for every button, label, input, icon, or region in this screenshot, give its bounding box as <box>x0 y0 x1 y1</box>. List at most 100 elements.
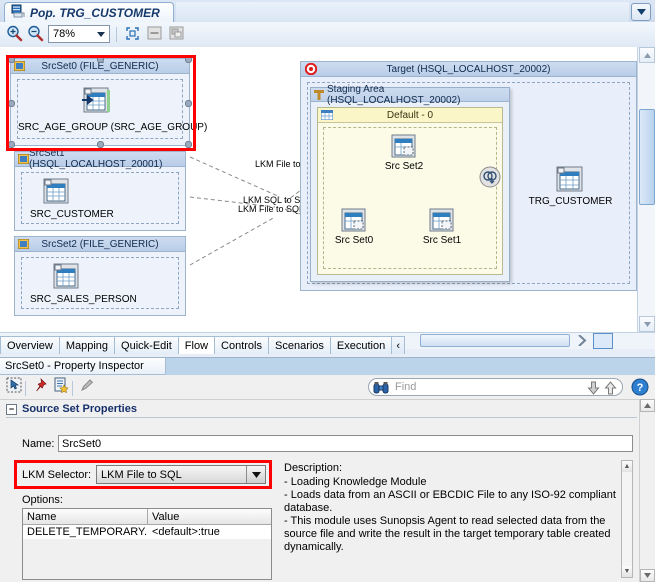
tabs-scroll-left-button[interactable]: ‹ <box>391 336 406 354</box>
scroll-down-button[interactable] <box>639 316 655 332</box>
table-row[interactable]: DELETE_TEMPORARY... <default>:true <box>23 525 271 539</box>
datastore-icon[interactable] <box>52 263 82 291</box>
editor-tab-pop-trg-customer[interactable]: Pop. TRG_CUSTOMER <box>4 2 174 22</box>
fit-to-window-icon <box>125 26 140 44</box>
table-icon <box>320 109 334 123</box>
tab-overview[interactable]: Overview <box>0 336 60 354</box>
scroll-down-button[interactable] <box>640 569 655 582</box>
zoom-in-button[interactable] <box>4 25 24 44</box>
svg-text:?: ? <box>637 382 644 394</box>
tab-scenarios[interactable]: Scenarios <box>268 336 331 354</box>
options-table[interactable]: Name Value DELETE_TEMPORARY... <default>… <box>22 508 272 580</box>
new-document-button[interactable] <box>51 377 71 396</box>
tabstrip-empty-area <box>176 2 629 23</box>
toolbar-separator <box>25 381 26 396</box>
name-label: Name: <box>22 438 55 450</box>
collapse-all-button[interactable] <box>144 25 164 44</box>
highlight-box-source-set-0 <box>6 55 196 151</box>
toolbar-separator <box>116 27 117 42</box>
collapse-all-icon <box>147 26 162 43</box>
property-inspector-tab[interactable]: SrcSet0 - Property Inspector <box>0 358 166 375</box>
diagram-toolbar: 78% <box>0 22 655 48</box>
set-operator-icon[interactable] <box>479 166 501 188</box>
canvas-horizontal-scroll-thumb[interactable] <box>420 334 570 347</box>
diagram-icon <box>11 4 25 21</box>
datastore-icon-src-set0[interactable] <box>340 208 368 234</box>
tab-quick-edit-label: Quick-Edit <box>121 339 172 352</box>
edit-button[interactable] <box>77 377 97 396</box>
fit-to-window-button[interactable] <box>122 25 142 44</box>
target-title: Target (HSQL_LOCALHOST_20002) <box>386 63 551 75</box>
help-button[interactable]: ? <box>631 378 649 399</box>
tab-controls-label: Controls <box>221 339 262 352</box>
find-down-icon[interactable] <box>587 381 600 398</box>
tab-mapping[interactable]: Mapping <box>58 336 116 354</box>
datastore-icon-src-set1[interactable] <box>428 208 456 234</box>
find-up-icon[interactable] <box>604 381 617 398</box>
zoom-in-icon <box>6 25 23 45</box>
target-header: Target (HSQL_LOCALHOST_20002) <box>301 62 636 77</box>
toolbar-separator <box>72 381 73 396</box>
default-set-header: Default - 0 <box>318 108 502 123</box>
name-field[interactable]: SrcSet0 <box>58 435 633 452</box>
scroll-corner <box>593 333 613 349</box>
tab-execution[interactable]: Execution <box>329 336 393 354</box>
tab-flow-label: Flow <box>184 339 209 352</box>
find-input[interactable]: Find <box>368 378 623 396</box>
zoom-out-button[interactable] <box>25 25 45 44</box>
source-set-icon <box>17 238 30 250</box>
section-title-label: Source Set Properties <box>22 403 137 415</box>
default-set-group[interactable]: Default - 0 Src Set2 Src Set0 Src Set1 <box>317 107 503 275</box>
flow-diagram-canvas[interactable]: SrcSet0 (FILE_GENERIC) SRC_AGE_GROUP (SR… <box>0 47 637 332</box>
canvas-vertical-scroll-thumb[interactable] <box>639 109 655 205</box>
option-value-cell: <default>:true <box>152 526 220 538</box>
default-set-node-label-1: Src Set0 <box>334 235 374 246</box>
zoom-level-value: 78% <box>53 28 76 40</box>
description-line-0: - Loading Knowledge Module <box>284 476 427 488</box>
target-marker-icon <box>304 62 318 78</box>
pin-button[interactable] <box>30 377 50 396</box>
source-set-properties-section: − Source Set Properties <box>6 403 637 418</box>
datastore-icon-trg-customer[interactable] <box>555 166 585 194</box>
chevron-down-icon <box>636 6 646 18</box>
description-scrollbar[interactable]: ▲ ▼ <box>621 460 633 578</box>
source-set-group-1[interactable]: SrcSet1 (HSQL_LOCALHOST_20001) SRC_CUSTO… <box>14 148 186 231</box>
select-icon <box>6 377 22 396</box>
source-set-2-header: SrcSet2 (FILE_GENERIC) <box>15 237 185 252</box>
scroll-right-button[interactable] <box>578 334 587 349</box>
description-line-1: - Loads data from an ASCII or EBCDIC Fil… <box>284 489 616 514</box>
source-set-2-body: SRC_SALES_PERSON <box>21 257 179 309</box>
tab-execution-label: Execution <box>336 339 386 352</box>
scroll-down-button[interactable]: ▼ <box>622 566 632 577</box>
source-set-group-2[interactable]: SrcSet2 (FILE_GENERIC) SRC_SALES_PERSON <box>14 236 186 316</box>
name-field-value: SrcSet0 <box>62 437 102 450</box>
select-button[interactable] <box>4 377 24 396</box>
scroll-up-button[interactable]: ▲ <box>622 461 632 472</box>
edit-pencil-icon <box>79 377 95 396</box>
collapse-section-icon[interactable]: − <box>6 403 17 415</box>
options-column-value: Value <box>152 510 180 523</box>
datastore-icon[interactable] <box>42 178 72 206</box>
datastore-icon-src-set2[interactable] <box>390 134 418 160</box>
source-set-2-node-label: SRC_SALES_PERSON <box>30 294 137 305</box>
expand-all-button[interactable] <box>166 25 186 44</box>
options-column-name: Name <box>23 509 148 524</box>
section-header[interactable]: − Source Set Properties <box>6 403 637 415</box>
tab-quick-edit[interactable]: Quick-Edit <box>114 336 179 354</box>
tabstrip-menu-button[interactable] <box>631 3 651 21</box>
property-inspector-toolbar: Find ? <box>0 375 655 400</box>
property-inspector-scrollbar[interactable] <box>639 399 655 582</box>
source-set-icon <box>17 153 30 165</box>
default-set-node-label-2: Src Set1 <box>422 235 462 246</box>
tab-overview-label: Overview <box>7 339 53 352</box>
tab-flow[interactable]: Flow <box>177 336 216 354</box>
canvas-vertical-scrollbar[interactable] <box>637 47 655 332</box>
tab-controls[interactable]: Controls <box>214 336 269 354</box>
description-line-2: - This module uses Sunopsis Agent to rea… <box>284 515 611 553</box>
zoom-level-combobox[interactable]: 78% <box>48 25 110 43</box>
target-group[interactable]: Target (HSQL_LOCALHOST_20002) Staging Ar… <box>300 61 637 291</box>
scroll-up-button[interactable] <box>639 47 655 63</box>
target-node-label: TRG_CUSTOMER <box>528 196 613 207</box>
default-set-node-label-0: Src Set2 <box>384 161 424 172</box>
scroll-up-button[interactable] <box>640 399 655 412</box>
